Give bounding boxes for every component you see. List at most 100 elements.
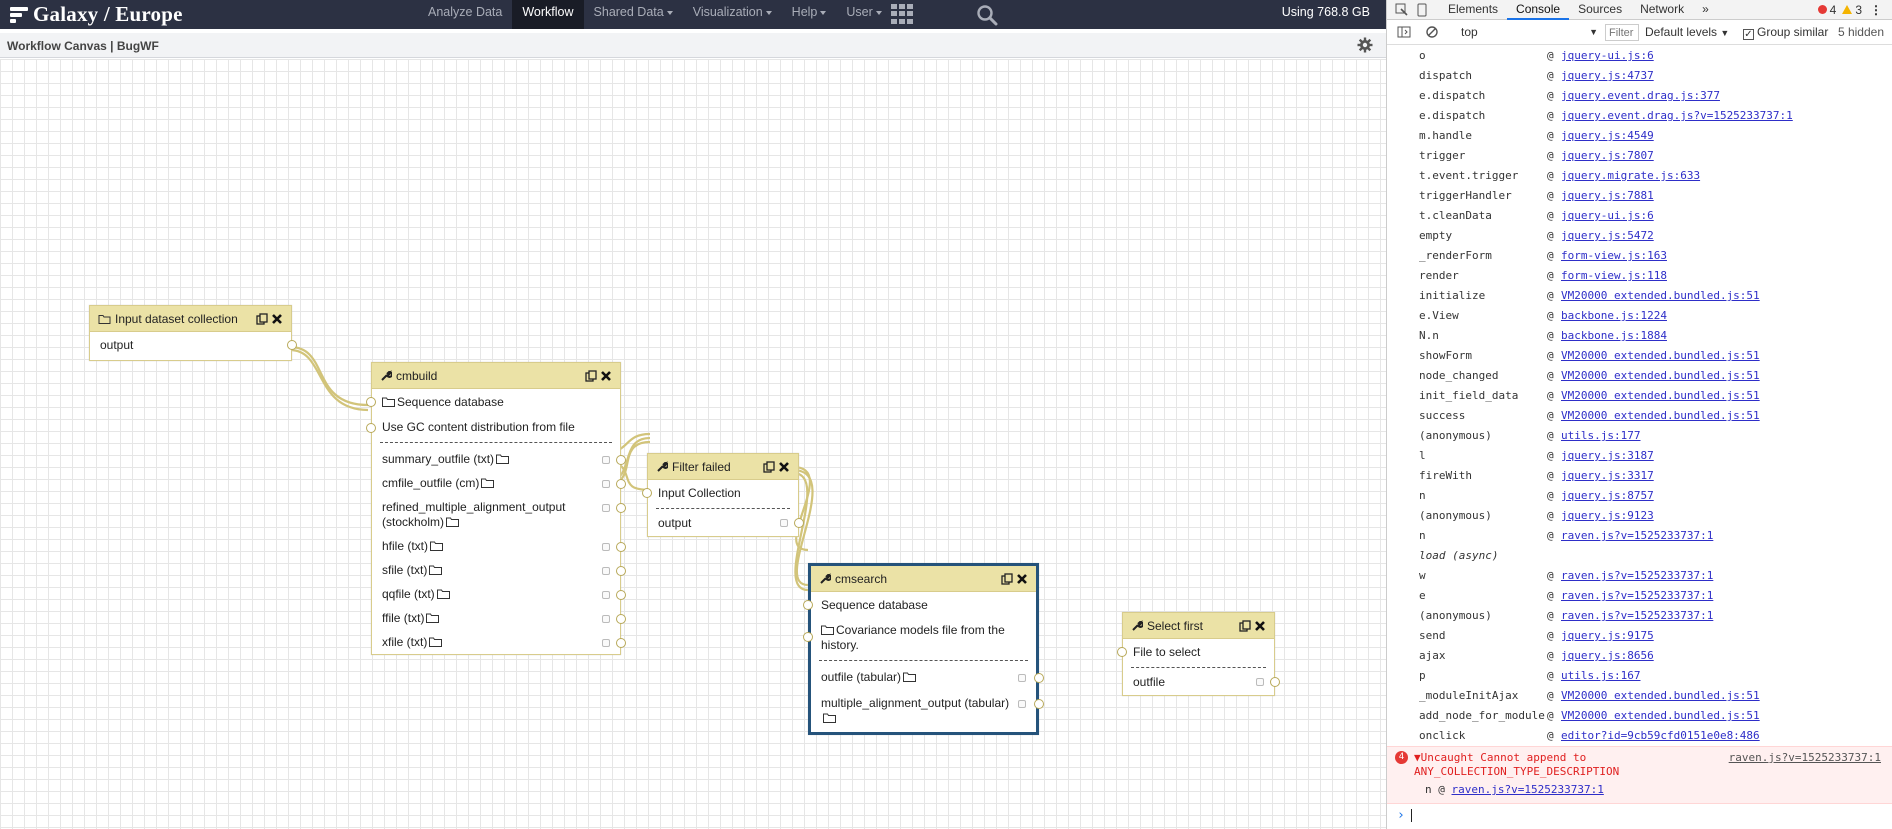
output-terminal[interactable] xyxy=(616,503,626,513)
frame-source-link[interactable]: jquery.js:5472 xyxy=(1561,226,1654,246)
output-checkbox[interactable] xyxy=(602,456,610,464)
node-cmsearch[interactable]: cmsearch Sequence database Covariance mo… xyxy=(803,563,1044,735)
copy-icon[interactable] xyxy=(1239,619,1251,632)
frame-source-link[interactable]: utils.js:167 xyxy=(1561,666,1640,686)
close-icon[interactable] xyxy=(271,313,283,325)
frame-source-link[interactable]: jquery-ui.js:6 xyxy=(1561,46,1654,66)
frame-source-link[interactable]: jquery.js:3317 xyxy=(1561,466,1654,486)
nav-tab-analyze-data[interactable]: Analyze Data xyxy=(418,0,512,29)
output-terminal[interactable] xyxy=(616,590,626,600)
close-icon[interactable] xyxy=(778,461,790,473)
output-terminal[interactable] xyxy=(616,566,626,576)
node-title-bar[interactable]: cmbuild xyxy=(372,363,620,389)
output-checkbox[interactable] xyxy=(602,639,610,647)
node-input-dataset-collection[interactable]: Input dataset collection output xyxy=(89,305,297,361)
copy-icon[interactable] xyxy=(1001,572,1013,585)
copy-icon[interactable] xyxy=(763,460,775,473)
frame-source-link[interactable]: jquery.js:8757 xyxy=(1561,486,1654,506)
nav-tab-user[interactable]: User xyxy=(836,0,891,29)
node-title-bar[interactable]: Select first xyxy=(1123,613,1274,639)
node-title-bar[interactable]: cmsearch xyxy=(811,566,1036,592)
frame-source-link[interactable]: jquery.js:4737 xyxy=(1561,66,1654,86)
frame-source-link[interactable]: form-view.js:163 xyxy=(1561,246,1667,266)
frame-source-link[interactable]: VM20000 extended.bundled.js:51 xyxy=(1561,406,1760,426)
output-terminal[interactable] xyxy=(616,455,626,465)
output-checkbox[interactable] xyxy=(780,519,788,527)
nav-tab-visualization[interactable]: Visualization xyxy=(683,0,782,29)
nav-tab-shared-data[interactable]: Shared Data xyxy=(584,0,683,29)
input-terminal[interactable] xyxy=(803,600,813,610)
inspect-icon[interactable] xyxy=(1395,3,1409,17)
close-icon[interactable] xyxy=(1254,620,1266,632)
frame-source-link[interactable]: jquery.js:7807 xyxy=(1561,146,1654,166)
output-terminal[interactable] xyxy=(616,638,626,648)
output-checkbox[interactable] xyxy=(1256,678,1264,686)
frame-source-link[interactable]: jquery.js:3187 xyxy=(1561,446,1654,466)
device-toolbar-icon[interactable] xyxy=(1415,3,1429,17)
frame-source-link[interactable]: jquery.event.drag.js:377 xyxy=(1561,86,1720,106)
apps-grid-icon[interactable] xyxy=(891,4,913,24)
frame-source-link[interactable]: raven.js?v=1525233737:1 xyxy=(1561,526,1713,546)
output-terminal[interactable] xyxy=(616,479,626,489)
node-cmbuild[interactable]: cmbuild Sequence database Use GC content… xyxy=(366,362,626,655)
frame-source-link[interactable]: jquery.js:8656 xyxy=(1561,646,1654,666)
output-terminal[interactable] xyxy=(616,542,626,552)
input-terminal[interactable] xyxy=(803,632,813,642)
checkbox-checked-icon[interactable]: ✓ xyxy=(1743,29,1754,40)
brand-link[interactable]: Galaxy / Europe xyxy=(10,2,183,27)
node-title-bar[interactable]: Filter failed xyxy=(648,454,798,480)
frame-source-link[interactable]: backbone.js:1224 xyxy=(1561,306,1667,326)
context-selector[interactable]: top ▼ xyxy=(1457,24,1602,41)
quota-meter[interactable]: Using 768.8 GB xyxy=(1282,0,1370,24)
frame-source-link[interactable]: jquery.js:9123 xyxy=(1561,506,1654,526)
frame-source-link[interactable]: raven.js?v=1525233737:1 xyxy=(1561,566,1713,586)
error-indicator[interactable]: 4 3 xyxy=(1817,3,1870,17)
frame-source-link[interactable]: backbone.js:1884 xyxy=(1561,326,1667,346)
output-terminal[interactable] xyxy=(794,518,804,528)
frame-source-link[interactable]: editor?id=9cb59cfd0151e0e8:486 xyxy=(1561,726,1760,746)
input-terminal[interactable] xyxy=(1117,647,1127,657)
frame-source-link[interactable]: jquery.js:4549 xyxy=(1561,126,1654,146)
close-icon[interactable] xyxy=(600,370,612,382)
frame-source-link[interactable]: raven.js?v=1525233737:1 xyxy=(1452,783,1604,796)
output-checkbox[interactable] xyxy=(602,504,610,512)
frame-source-link[interactable]: jquery.js:7881 xyxy=(1561,186,1654,206)
frame-source-link[interactable]: jquery-ui.js:6 xyxy=(1561,206,1654,226)
error-source-link[interactable]: raven.js?v=1525233737:1 xyxy=(1729,751,1881,764)
devtools-tab[interactable]: » xyxy=(1693,0,1718,20)
frame-source-link[interactable]: jquery.event.drag.js?v=1525233737:1 xyxy=(1561,106,1793,126)
sidebar-toggle-icon[interactable] xyxy=(1397,25,1411,39)
gear-icon[interactable] xyxy=(1357,37,1373,53)
frame-source-link[interactable]: raven.js?v=1525233737:1 xyxy=(1561,586,1713,606)
output-terminal[interactable] xyxy=(287,340,297,350)
output-checkbox[interactable] xyxy=(1018,700,1026,708)
input-terminal[interactable] xyxy=(366,397,376,407)
frame-source-link[interactable]: VM20000 extended.bundled.js:51 xyxy=(1561,366,1760,386)
log-levels-dropdown[interactable]: Default levels ▼ xyxy=(1645,24,1729,42)
node-select-first[interactable]: Select first File to select outfile xyxy=(1117,612,1280,696)
output-terminal[interactable] xyxy=(1270,677,1280,687)
clear-console-icon[interactable] xyxy=(1425,25,1439,39)
node-title-bar[interactable]: Input dataset collection xyxy=(90,306,291,332)
output-checkbox[interactable] xyxy=(602,567,610,575)
frame-source-link[interactable]: VM20000 extended.bundled.js:51 xyxy=(1561,686,1760,706)
frame-source-link[interactable]: jquery.migrate.js:633 xyxy=(1561,166,1700,186)
copy-icon[interactable] xyxy=(256,312,268,325)
frame-source-link[interactable]: VM20000 extended.bundled.js:51 xyxy=(1561,346,1760,366)
search-icon[interactable] xyxy=(976,4,998,26)
close-icon[interactable] xyxy=(1016,573,1028,585)
nav-tab-workflow[interactable]: Workflow xyxy=(512,0,584,29)
copy-icon[interactable] xyxy=(585,369,597,382)
output-terminal[interactable] xyxy=(1034,673,1044,683)
output-terminal[interactable] xyxy=(616,614,626,624)
output-checkbox[interactable] xyxy=(602,480,610,488)
frame-source-link[interactable]: VM20000 extended.bundled.js:51 xyxy=(1561,286,1760,306)
frame-source-link[interactable]: raven.js?v=1525233737:1 xyxy=(1561,606,1713,626)
frame-source-link[interactable]: form-view.js:118 xyxy=(1561,266,1667,286)
output-terminal[interactable] xyxy=(1034,699,1044,709)
frame-source-link[interactable]: utils.js:177 xyxy=(1561,426,1640,446)
more-menu-icon[interactable]: ⋮ xyxy=(1870,3,1882,17)
input-terminal[interactable] xyxy=(642,488,652,498)
nav-tab-help[interactable]: Help xyxy=(782,0,837,29)
expand-triangle-icon[interactable]: ▼ xyxy=(1414,751,1421,764)
